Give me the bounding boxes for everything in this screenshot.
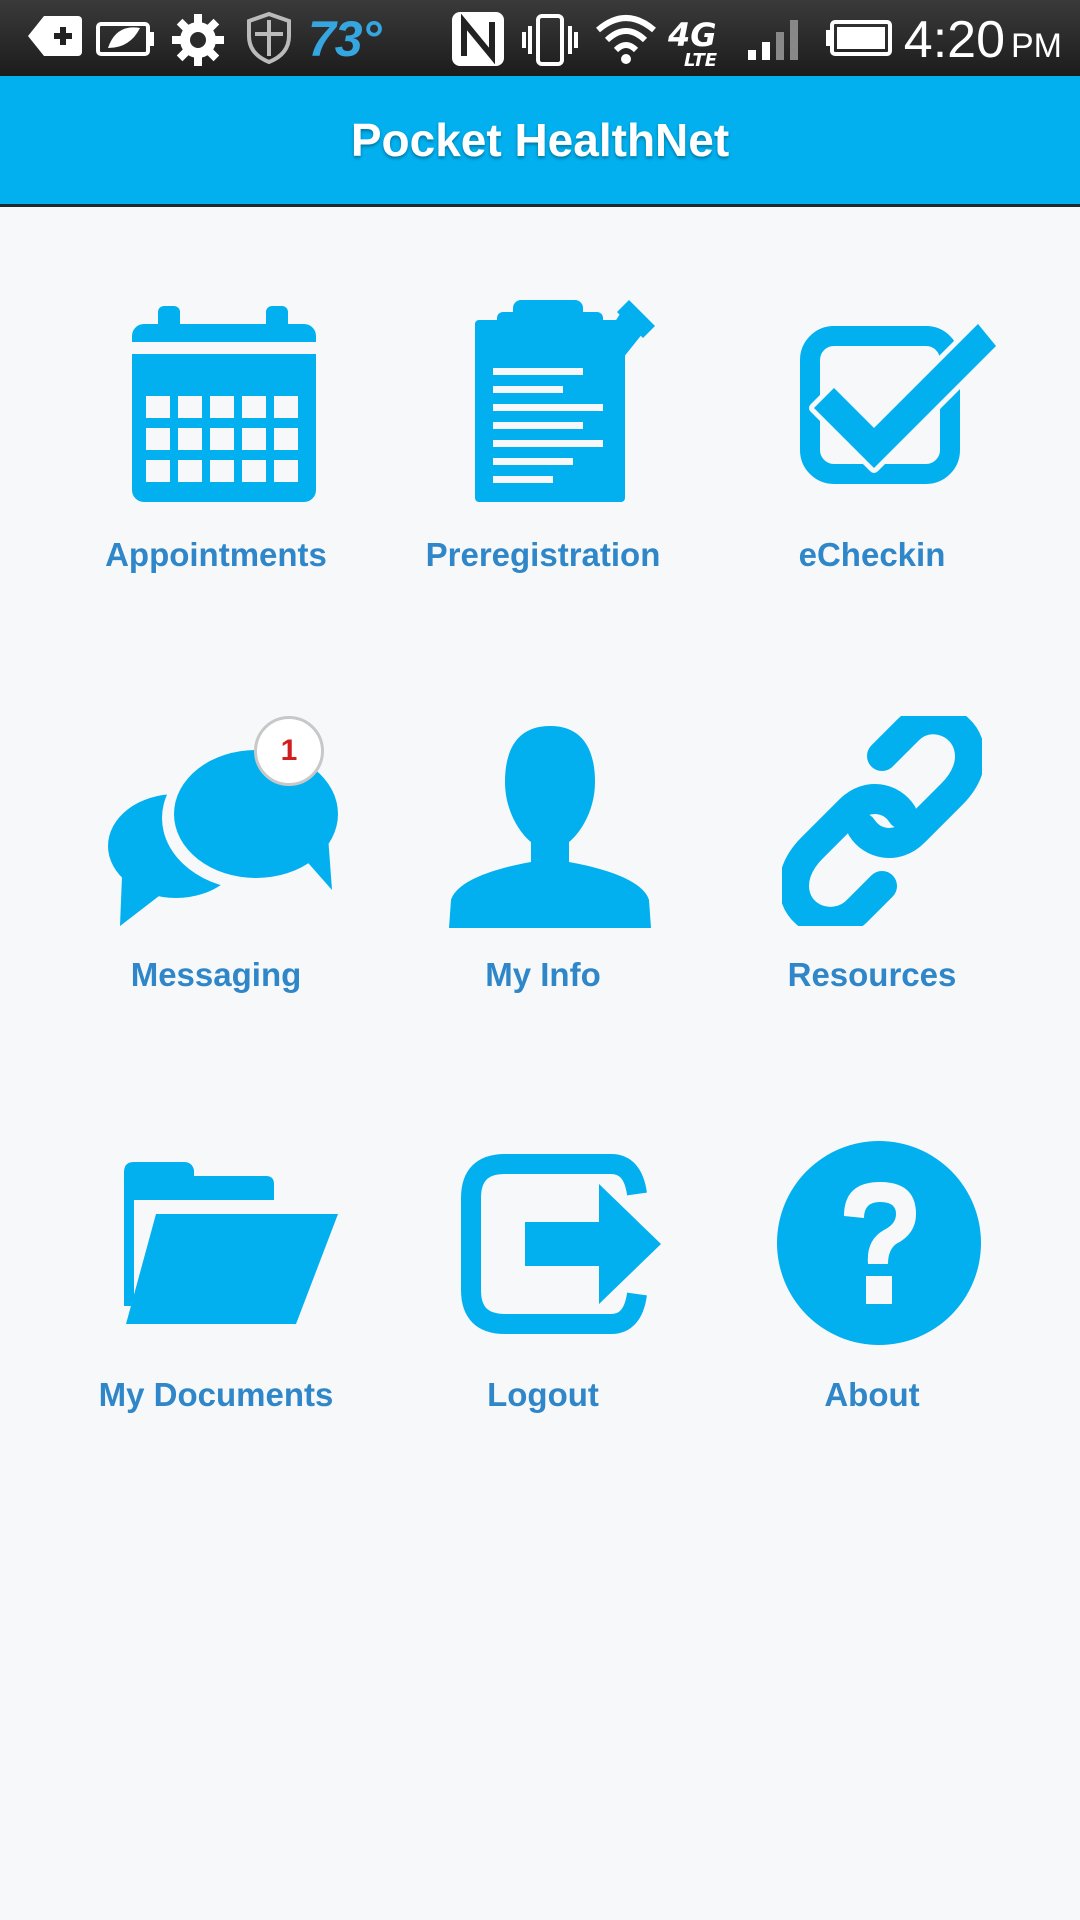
svg-text:LTE: LTE [684,50,718,68]
vibrate-icon [522,14,578,66]
messaging-icon-wrap: 1 [66,716,366,956]
settings-gear-icon [172,14,224,66]
folder-icon [124,1162,338,1324]
signal-strength-icon [748,20,798,60]
page-title: Pocket HealthNet [350,114,730,166]
link-icon [782,716,982,926]
preregistration-button[interactable]: Preregistration [393,296,693,636]
clock-ampm: PM [1011,27,1062,65]
svg-text:4G: 4G [667,16,717,54]
wifi-icon [596,15,656,64]
my-info-button[interactable]: My Info [393,716,693,1056]
my-info-icon-wrap [393,716,693,956]
shield-icon [247,12,291,64]
appointments-button[interactable]: Appointments [66,296,366,636]
logout-icon [461,1154,665,1334]
about-button[interactable]: About [722,1136,1022,1476]
unread-count-badge: 1 [254,716,324,786]
appointments-icon-wrap [66,296,366,536]
resources-label: Resources [787,956,957,993]
add-notification-icon [28,16,82,56]
logout-label: Logout [487,1376,599,1413]
messaging-button[interactable]: 1 Messaging [66,716,366,1056]
temperature: 73° [308,11,382,67]
echeckin-icon-wrap [722,296,1022,536]
preregistration-label: Preregistration [425,536,661,573]
battery-icon [826,20,892,56]
app-header: Pocket HealthNet [0,76,1080,207]
my-info-label: My Info [485,956,601,993]
echeckin-label: eCheckin [798,536,946,573]
resources-button[interactable]: Resources [722,716,1022,1056]
about-icon-wrap [722,1136,1022,1376]
my-documents-label: My Documents [98,1376,334,1413]
network-type-icon: 4G LTE [667,16,718,68]
clipboard-icon [475,300,655,502]
person-icon [449,726,651,928]
question-icon [777,1141,981,1345]
messaging-label: Messaging [130,956,302,993]
my-documents-icon-wrap [66,1136,366,1376]
my-documents-button[interactable]: My Documents [66,1136,366,1476]
about-label: About [824,1376,920,1413]
appointments-label: Appointments [105,536,327,573]
resources-icon-wrap [722,716,1022,956]
logout-button[interactable]: Logout [393,1136,693,1476]
preregistration-icon-wrap [393,296,693,536]
clock: 4:20 PM [904,10,1062,70]
status-bar: 73° 4G LTE 4:20 PM [0,0,1080,76]
clock-time: 4:20 [903,11,1005,69]
checkbox-icon [800,319,1000,484]
logout-icon-wrap [393,1136,693,1376]
calendar-icon [132,306,316,502]
nfc-icon [452,12,504,66]
battery-saver-icon [96,22,154,56]
echeckin-button[interactable]: eCheckin [722,296,1022,636]
